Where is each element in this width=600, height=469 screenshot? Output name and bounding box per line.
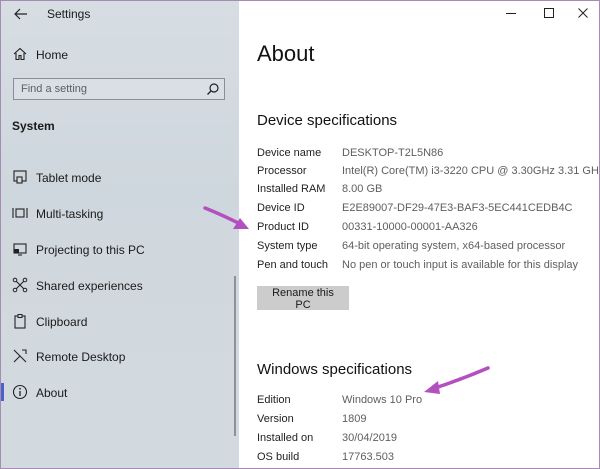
sidebar-item-label: About bbox=[36, 386, 68, 400]
tablet-mode-icon bbox=[13, 170, 27, 184]
spec-row-system-type: System type 64-bit operating system, x64… bbox=[257, 240, 597, 258]
spec-value: Intel(R) Core(TM) i3-3220 CPU @ 3.30GHz … bbox=[342, 165, 600, 177]
spec-row-version: Version 1809 bbox=[257, 413, 597, 431]
spec-value: No pen or touch input is available for t… bbox=[342, 259, 579, 271]
close-icon bbox=[578, 8, 588, 18]
spec-row-device-id: Device ID E2E89007-DF29-47E3-BAF3-5EC441… bbox=[257, 202, 597, 220]
spec-value: Windows 10 Pro bbox=[342, 394, 423, 406]
maximize-button[interactable] bbox=[539, 7, 559, 23]
sidebar-scrollbar[interactable] bbox=[234, 276, 236, 436]
sidebar-item-projecting[interactable]: Projecting to this PC bbox=[1, 236, 235, 262]
spec-key: System type bbox=[257, 240, 318, 252]
spec-row-pen-and-touch: Pen and touch No pen or touch input is a… bbox=[257, 259, 597, 277]
info-icon bbox=[12, 384, 28, 400]
spec-key: Installed on bbox=[257, 432, 314, 444]
spec-value: 1809 bbox=[342, 413, 367, 425]
sidebar: Settings Home System Tablet mode bbox=[1, 1, 239, 468]
spec-row-processor: Processor Intel(R) Core(TM) i3-3220 CPU … bbox=[257, 165, 600, 183]
spec-row-installed-on: Installed on 30/04/2019 bbox=[257, 432, 597, 450]
multitasking-icon bbox=[12, 208, 28, 218]
page-title: About bbox=[257, 41, 315, 66]
shared-experiences-icon bbox=[12, 277, 28, 293]
sidebar-item-about[interactable]: About bbox=[1, 379, 235, 405]
title-bar: Settings bbox=[1, 1, 239, 29]
spec-value: 17763.503 bbox=[342, 451, 394, 463]
spec-value: DESKTOP-T2L5N86 bbox=[342, 147, 444, 159]
app-title: Settings bbox=[47, 7, 91, 21]
main-pane: About Device specifications Device name … bbox=[239, 1, 599, 468]
spec-row-edition: Edition Windows 10 Pro bbox=[257, 394, 597, 412]
search-icon[interactable] bbox=[206, 82, 220, 96]
spec-row-installed-ram: Installed RAM 8.00 GB bbox=[257, 183, 597, 201]
device-specs-heading: Device specifications bbox=[257, 112, 398, 129]
sidebar-item-label: Remote Desktop bbox=[36, 350, 126, 364]
back-arrow-icon bbox=[14, 8, 27, 20]
spec-key: Pen and touch bbox=[257, 259, 328, 271]
sidebar-item-label: Shared experiences bbox=[36, 279, 143, 293]
spec-key: Device name bbox=[257, 147, 322, 159]
spec-value: 30/04/2019 bbox=[342, 432, 398, 444]
spec-row-os-build: OS build 17763.503 bbox=[257, 451, 597, 468]
rename-pc-button[interactable]: Rename this PC bbox=[257, 286, 349, 311]
spec-key: Product ID bbox=[257, 221, 309, 233]
section-heading-system: System bbox=[12, 119, 55, 133]
spec-row-device-name: Device name DESKTOP-T2L5N86 bbox=[257, 147, 597, 165]
windows-specs-heading: Windows specifications bbox=[257, 361, 413, 378]
spec-key: OS build bbox=[257, 451, 300, 463]
settings-window: Settings Home System Tablet mode bbox=[0, 0, 600, 469]
projecting-icon bbox=[13, 243, 27, 256]
spec-value: E2E89007-DF29-47E3-BAF3-5EC441CEDB4C bbox=[342, 202, 573, 214]
home-icon bbox=[13, 47, 27, 61]
spec-value: 8.00 GB bbox=[342, 183, 383, 195]
close-button[interactable] bbox=[573, 7, 593, 23]
spec-key: Edition bbox=[257, 394, 291, 406]
sidebar-item-label: Projecting to this PC bbox=[36, 243, 145, 257]
spec-row-product-id: Product ID 00331-10000-00001-AA326 bbox=[257, 221, 597, 239]
search-box[interactable] bbox=[13, 78, 225, 100]
sidebar-item-remote-desktop[interactable]: Remote Desktop bbox=[1, 343, 235, 369]
home-nav-item[interactable]: Home bbox=[1, 43, 239, 67]
remote-desktop-icon bbox=[13, 349, 27, 363]
home-label: Home bbox=[36, 48, 69, 62]
sidebar-item-clipboard[interactable]: Clipboard bbox=[1, 308, 235, 334]
search-input[interactable] bbox=[14, 79, 211, 99]
sidebar-item-label: Tablet mode bbox=[36, 171, 102, 185]
spec-key: Processor bbox=[257, 165, 307, 177]
spec-key: Version bbox=[257, 413, 294, 425]
back-button[interactable] bbox=[11, 5, 31, 25]
sidebar-item-label: Clipboard bbox=[36, 315, 88, 329]
sidebar-item-shared-experiences[interactable]: Shared experiences bbox=[1, 272, 235, 298]
minimize-button[interactable] bbox=[501, 7, 521, 23]
spec-value: 00331-10000-00001-AA326 bbox=[342, 221, 478, 233]
sidebar-item-tablet-mode[interactable]: Tablet mode bbox=[1, 164, 235, 190]
sidebar-item-label: Multi-tasking bbox=[36, 207, 104, 221]
spec-key: Installed RAM bbox=[257, 183, 326, 195]
spec-key: Device ID bbox=[257, 202, 305, 214]
sidebar-item-multitasking[interactable]: Multi-tasking bbox=[1, 200, 235, 226]
clipboard-icon bbox=[14, 314, 26, 329]
spec-value: 64-bit operating system, x64-based proce… bbox=[342, 240, 566, 252]
minimize-icon bbox=[506, 13, 516, 14]
maximize-icon bbox=[544, 8, 554, 18]
